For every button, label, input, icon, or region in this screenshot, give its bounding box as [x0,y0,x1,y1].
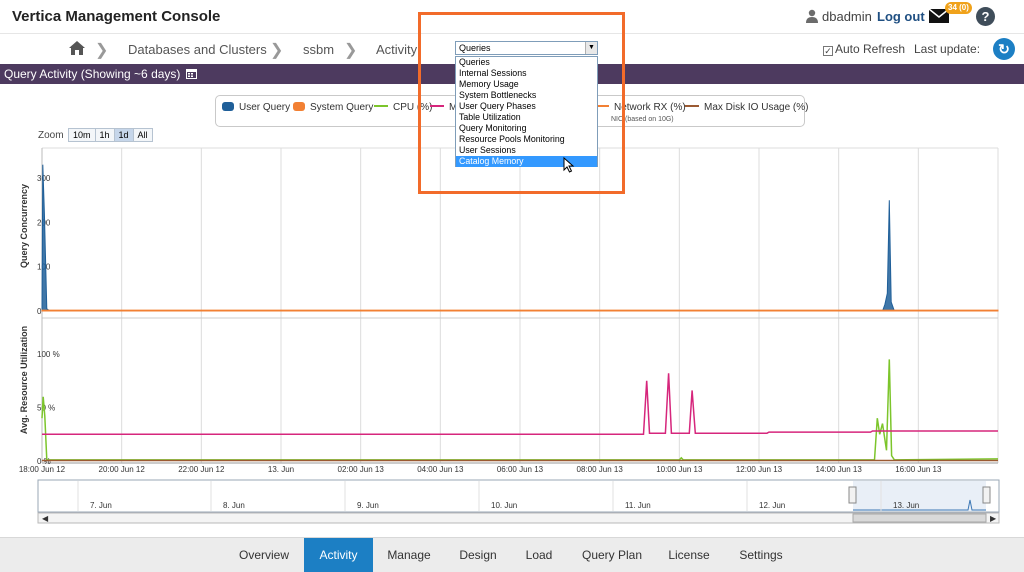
tab-license[interactable]: License [660,538,718,572]
navigator-date-label: 13. Jun [893,501,919,510]
range-navigator[interactable]: 7. Jun 8. Jun 9. Jun 10. Jun 11. Jun 12. Jun 1… [37,479,1000,524]
auto-refresh-checkbox[interactable]: ✓ [823,46,833,56]
view-dropdown-list[interactable]: Queries Internal Sessions Memory Usage S… [455,56,598,167]
x-tick-label: 10:00 Jun 13 [656,465,703,474]
y-axis-title-concurrency: Query Concurrency [19,184,29,268]
legend-system-query[interactable]: System Query [293,102,373,113]
x-tick-label: 04:00 Jun 13 [417,465,464,474]
view-option-table-utilization[interactable]: Table Utilization [456,112,597,123]
calendar-icon[interactable] [186,68,197,79]
y-axis-title-resource: Avg. Resource Utilization [19,326,29,434]
y-tick-label: 100 % [37,350,60,359]
x-tick-label: 20:00 Jun 12 [99,465,146,474]
legend-label: CPU (%) [393,102,433,113]
navigator-date-label: 9. Jun [357,501,379,510]
dropdown-arrow-icon[interactable]: ▼ [585,42,597,54]
series-area-system-query [41,309,999,312]
x-tick-label: 12:00 Jun 13 [736,465,783,474]
chart-grid [41,147,999,463]
tab-manage[interactable]: Manage [377,538,441,572]
legend-label: User Query [239,102,291,113]
chevron-right-icon: ❯ [270,42,284,59]
legend-swatch [685,105,699,107]
view-option-internal-sessions[interactable]: Internal Sessions [456,68,597,79]
legend-swatch [374,105,388,107]
x-tick-label: 18:00 Jun 12 [19,465,66,474]
y-tick-label: 300 [37,174,51,183]
view-option-resource-pools-monitoring[interactable]: Resource Pools Monitoring [456,134,597,145]
navigator-selection[interactable] [853,481,986,511]
view-option-memory-usage[interactable]: Memory Usage [456,79,597,90]
view-select-value: Queries [459,43,491,53]
legend-network-rx[interactable]: Network RX (%) [595,102,686,113]
breadcrumb-activity[interactable]: Activity [376,42,417,57]
auto-refresh-label: Auto Refresh [835,42,906,56]
view-select[interactable]: Queries ▼ [455,41,598,55]
x-tick-label: 06:00 Jun 13 [497,465,544,474]
view-option-queries[interactable]: Queries [456,57,597,68]
legend-label: Network RX (%) [614,102,686,113]
legend-cpu[interactable]: CPU (%) [374,102,432,113]
breadcrumb-database[interactable]: ssbm [303,42,334,57]
legend-memory[interactable]: M [430,102,457,113]
scrollbar-thumb[interactable] [852,513,987,523]
tab-activity[interactable]: Activity [304,538,373,572]
tab-query-plan[interactable]: Query Plan [576,538,648,572]
x-tick-label: 13. Jun [268,465,294,474]
user-icon [806,9,818,23]
x-tick-label: 22:00 Jun 12 [178,465,225,474]
navigator-date-label: 8. Jun [223,501,245,510]
navigator-date-label: 11. Jun [625,501,651,510]
home-icon[interactable] [69,41,85,55]
help-icon[interactable]: ? [976,7,995,26]
username: dbadmin [822,9,872,24]
legend-user-query[interactable]: User Query [222,102,290,113]
tab-load[interactable]: Load [515,538,563,572]
app-title: Vertica Management Console [12,8,221,25]
navigator-date-label: 7. Jun [90,501,112,510]
x-tick-label: 16:00 Jun 13 [895,465,942,474]
activity-chart: 01002003000 %50 %100 %18:00 Jun 1220:00 … [19,147,1000,524]
navigator-right-handle[interactable] [982,486,991,504]
breadcrumb-databases-and-clusters[interactable]: Databases and Clusters [128,42,267,57]
legend-swatch [222,102,234,111]
legend-swatch [293,102,305,111]
chevron-right-icon: ❯ [95,42,109,59]
navigator-left-handle[interactable] [848,486,857,504]
y-tick-label: 0 [37,307,42,316]
message-count-badge: 34 (0) [945,2,972,14]
scroll-right-icon[interactable]: ▶ [990,514,997,523]
top-header: Vertica Management Console dbadmin Log o… [0,0,1024,34]
section-title: Query Activity (Showing ~6 days) [4,67,181,81]
app-window: Vertica Management Console dbadmin Log o… [0,0,1024,572]
last-update-label: Last update: [914,42,981,56]
tab-design[interactable]: Design [448,538,508,572]
bottom-navigation: Overview Activity Manage Design Load Que… [0,537,1024,572]
auto-refresh-toggle[interactable]: ✓ Auto Refresh [823,42,905,56]
view-option-user-query-phases[interactable]: User Query Phases [456,101,597,112]
view-option-system-bottlenecks[interactable]: System Bottlenecks [456,90,597,101]
view-option-query-monitoring[interactable]: Query Monitoring [456,123,597,134]
legend-label: System Query [310,102,374,113]
chevron-right-icon: ❯ [344,42,358,59]
scroll-left-icon[interactable]: ◀ [42,514,49,523]
y-tick-label: 50 % [37,404,55,413]
view-option-user-sessions[interactable]: User Sessions [456,145,597,156]
tab-overview[interactable]: Overview [229,538,299,572]
tab-settings[interactable]: Settings [729,538,793,572]
navigator-date-label: 10. Jun [491,501,517,510]
x-tick-label: 14:00 Jun 13 [816,465,863,474]
refresh-icon[interactable]: ↻ [993,38,1015,60]
mouse-pointer-icon [563,157,575,173]
x-tick-label: 08:00 Jun 13 [577,465,624,474]
view-option-catalog-memory[interactable]: Catalog Memory [456,156,597,167]
legend-nic-note: NIC (based on 10G) [611,116,674,123]
navigator-date-label: 12. Jun [759,501,785,510]
logout-link[interactable]: Log out [877,9,925,24]
legend-label: Max Disk IO Usage (%) [704,102,809,113]
x-tick-label: 02:00 Jun 13 [338,465,385,474]
legend-max-disk-io[interactable]: Max Disk IO Usage (%) [685,102,808,113]
legend-swatch [430,105,444,107]
